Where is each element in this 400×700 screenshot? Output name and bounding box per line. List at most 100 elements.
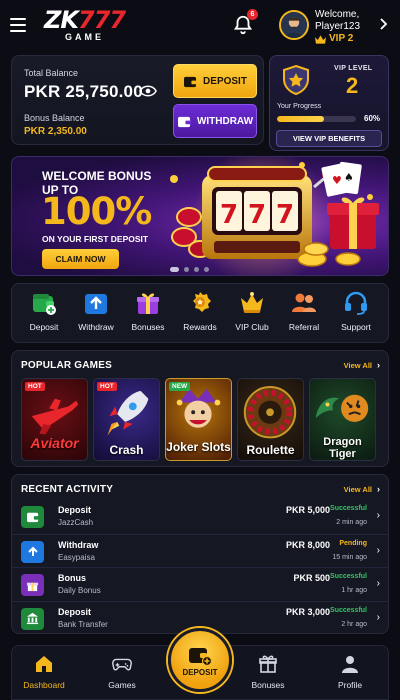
nav-deposit-button[interactable]: DEPOSIT [168,628,232,692]
chevron-right-icon: › [376,510,380,521]
logo-prefix: ZK [44,6,79,34]
crown-icon [241,292,263,313]
claim-now-button[interactable]: CLAIM NOW [42,249,119,269]
users-icon [292,293,316,312]
game-card-roulette[interactable]: Roulette [237,378,304,461]
progress-label: Your Progress [277,103,322,110]
wallet-icon [177,116,191,127]
game-tag: HOT [25,382,45,391]
nav-label: Games [108,680,136,690]
menu-icon[interactable] [10,14,32,36]
view-all-label: View All [343,484,372,494]
game-title: Dragon Tiger [323,436,362,460]
activity-title: Withdraw [58,539,99,550]
activity-row[interactable]: Bonus Daily Bonus PKR 500 Successful 1 h… [12,567,388,601]
view-all-activity-link[interactable]: View All › [344,484,380,494]
activity-method: JazzCash [58,518,94,527]
svg-text:♥: ♥ [332,174,342,187]
withdraw-button[interactable]: WITHDRAW [173,104,257,138]
view-all-games-link[interactable]: View All › [344,360,380,370]
action-deposit[interactable]: Deposit [18,290,70,332]
gamepad-icon [112,658,132,671]
activity-status: Successful [330,573,367,580]
nav-label: Bonuses [251,680,285,690]
action-label: Rewards [183,322,217,332]
activity-row[interactable]: Deposit JazzCash PKR 5,000 Successful 2 … [12,500,388,534]
action-rewards[interactable]: Rewards [174,290,226,332]
nav-deposit-label: DEPOSIT [182,667,218,677]
activity-status: Successful [330,606,367,614]
vip-card: VIP LEVEL 2 Your Progress 60% VIEW VIP B… [269,55,389,151]
chevron-right-icon: › [377,360,380,370]
view-vip-benefits-button[interactable]: VIEW VIP BENEFITS [276,130,382,147]
eye-icon[interactable] [139,84,157,98]
activity-amount: PKR 500 [293,573,330,583]
chevron-right-icon: › [377,484,380,494]
logo-number: 777 [78,6,126,34]
avatar[interactable] [279,10,309,40]
game-card-joker-slots[interactable]: NEW Joker Slots [165,378,232,461]
activity-method: Easypaisa [58,552,95,562]
banner-percent: 100% [41,190,152,233]
banner-dot[interactable] [204,267,209,272]
action-label: VIP Club [235,322,269,332]
activity-amount: PKR 8,000 [285,539,330,550]
section-title: POPULAR GAMES [21,360,112,371]
deposit-button-label: DEPOSIT [203,75,247,87]
nav-label: Profile [337,680,363,690]
banner-dot[interactable] [184,267,189,272]
game-title: Aviator [30,435,79,451]
welcome-bonus-banner[interactable]: WELCOME BONUS UP TO 100% ON YOUR FIRST D… [11,156,389,276]
bank-icon [21,607,44,630]
nav-games[interactable]: Games [92,654,152,690]
user-info[interactable]: Welcome, Player123 VIP 2 [315,9,360,45]
progress-percent: 60% [364,114,381,123]
logo[interactable]: ZK777 GAME [44,6,126,42]
chevron-right-icon: › [376,611,380,623]
vip-progress-fill [277,116,325,122]
nav-dashboard[interactable]: Dashboard [14,654,74,690]
username: Player123 [315,21,361,32]
upload-icon [85,294,107,314]
home-icon [36,656,52,672]
slot-reel-digit: 7 [276,200,294,230]
quick-actions: Deposit Withdraw Bonuses Rewards VIP Clu… [11,283,389,343]
upload-icon [21,540,44,563]
deposit-button[interactable]: DEPOSIT [173,64,257,98]
banner-subline: ON YOUR FIRST DEPOSIT [42,234,149,244]
bonus-balance-value: PKR 2,350.00 [24,126,87,137]
activity-title: Deposit [58,505,92,515]
action-referral[interactable]: Referral [278,290,330,332]
activity-row[interactable]: Withdraw Easypaisa PKR 8,000 Pending 15 … [12,533,388,568]
vip-level-label: VIP LEVEL [334,65,373,72]
game-tag: HOT [97,382,117,391]
nav-bonuses[interactable]: Bonuses [238,654,298,690]
nav-profile[interactable]: Profile [320,654,380,690]
logo-subtitle: GAME [65,32,105,42]
activity-title: Bonus [58,573,86,583]
slot-machine-illustration: 7 7 7 ♥ ♠ [170,157,379,275]
activity-amount: PKR 3,000 [285,606,330,617]
action-label: Bonuses [131,322,165,332]
banner-dot[interactable] [170,267,179,272]
notification-bell-icon[interactable]: 6 [232,9,258,36]
game-card-aviator[interactable]: HOT Aviator [21,378,88,461]
chevron-right-icon[interactable] [376,17,390,31]
game-title: Roulette [246,443,295,457]
recent-activity-section: RECENT ACTIVITY View All › Deposit JazzCa… [11,474,389,634]
vip-badge: VIP 2 [315,33,360,45]
action-vip-club[interactable]: VIP Club [226,290,278,332]
action-bonuses[interactable]: Bonuses [122,290,174,332]
game-title: Joker Slots [166,440,231,454]
action-label: Deposit [29,322,59,332]
user-icon [342,656,358,673]
game-card-dragon-tiger[interactable]: Dragon Tiger [309,378,376,461]
view-all-label: View All [343,360,372,370]
game-card-crash[interactable]: HOT Crash [93,378,160,461]
slot-reel-digit: 7 [248,200,266,230]
action-support[interactable]: Support [330,290,382,332]
action-withdraw[interactable]: Withdraw [70,290,122,332]
activity-method: Bank Transfer [58,619,108,629]
banner-line-1: WELCOME BONUS [42,169,152,183]
banner-dot[interactable] [194,267,199,272]
